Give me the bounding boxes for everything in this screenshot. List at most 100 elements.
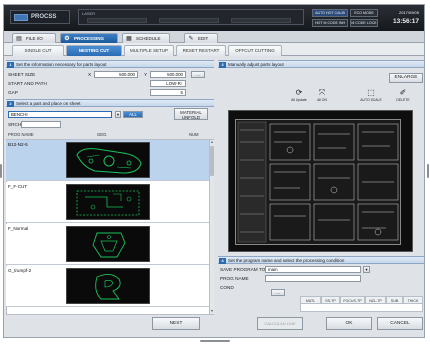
col-thick: THICK [403,296,423,304]
list-item[interactable]: B12-N2-5 [6,140,209,181]
laser-indicator-3 [231,18,291,23]
gap-field[interactable]: 5 [150,89,186,96]
ok-button[interactable]: OK [326,317,372,330]
part-geometry-preview [66,226,150,262]
bottom-edge-handle[interactable] [200,340,230,342]
eco-mode-status[interactable]: ECO MODE [350,9,378,17]
list-item[interactable]: F_Normal [6,224,209,265]
tab-label: SCHEDULE [136,36,161,41]
section-title: Manually adjust parts layout [228,62,284,67]
section-4-header: 4 Set the program name and select the pr… [218,256,424,264]
laser-indicator-2 [159,18,219,23]
part-geometry-preview [66,268,150,304]
material-unfold-button[interactable]: MATERIAL UNFOLD [174,108,208,120]
scroll-up-icon[interactable]: ▲ [210,140,214,145]
folder-icon: ▤ [16,36,22,42]
icon-caption: All ON [317,98,327,102]
all-button[interactable]: ALL [123,111,143,118]
search-input[interactable] [21,121,61,128]
part-name: B12-N2-5 [8,142,28,147]
all-update-button[interactable]: ⟳ All Update [288,88,310,106]
tab-label: EDIT [198,36,209,41]
laser-panel: LASER [78,9,304,25]
calculation-button[interactable]: CALCULAN LINE [257,317,303,330]
section-number: 1 [7,62,14,68]
sub-tab-bar: SINGLE CUT NESTING CUT MULTIPLE SETUP RE… [4,43,424,56]
prog-name-input[interactable] [265,275,361,282]
icon-caption: All Update [291,98,307,102]
laser-indicator-1 [87,18,147,23]
app-window: PROCSS LASER AUTO HOT CALIB ECO MODE HOT… [3,4,425,338]
dropdown-value: BENCHI [11,112,28,117]
col-prog-name: PROG NAME [8,132,34,137]
sheet-y-field[interactable]: 500.000 [150,71,186,78]
srch-label: SRCH [8,122,22,127]
save-program-label: SAVE PROGRAM TO [220,267,266,272]
tab-processing[interactable]: ⚙ PROCESSING [60,33,118,43]
hot-m-code-inh-status[interactable]: HOT M CODE INH [312,19,348,27]
cond-table-row[interactable] [300,304,423,312]
list-item[interactable]: F_F-CUT [6,182,209,223]
subtab-multiple-setup[interactable]: MULTIPLE SETUP [124,45,174,56]
col-focus-tp: FOCUS-TP [340,296,365,304]
subtab-nesting-cut[interactable]: NESTING CUT [66,45,122,56]
x-label: X [88,72,92,77]
nest-button[interactable]: NEST [152,317,200,330]
save-program-dropdown[interactable]: main [265,266,361,273]
left-edge-handle[interactable] [0,164,2,178]
section-title: Set the program name and select the proc… [228,258,345,263]
part-geometry-preview [66,184,150,220]
tab-schedule[interactable]: ▦ SCHEDULE [122,33,170,43]
process-indicator-icon [14,14,28,21]
scrollbar-thumb[interactable] [210,146,214,176]
parts-list-scrollbar[interactable]: ▲ ▼ [209,140,214,314]
tab-file-io[interactable]: ▤ FILE I/O [12,33,56,43]
section-number: 2 [7,101,14,107]
scroll-down-icon[interactable]: ▼ [210,309,214,314]
subtab-offcut-cutting[interactable]: OFFCUT CUTTING [228,45,282,56]
dropdown-arrow-icon[interactable]: ▾ [115,111,121,118]
start-path-label: START AND PATH [8,81,47,86]
sheet-size-more-button[interactable]: ... [191,71,205,78]
laser-label: LASER [82,11,96,16]
gap-label: GAP [8,90,18,95]
section-3-header: 3 Manually adjust parts layout [218,60,424,68]
refresh-icon: ⟳ [295,88,303,97]
calendar-icon: ▦ [126,36,132,42]
col-matl: MATL [300,296,321,304]
icon-caption: AUTO SCALE [360,98,382,102]
part-group-dropdown[interactable]: BENCHI [8,111,112,118]
subtab-reset-restart[interactable]: RESET RESTART [176,45,226,56]
col-geo: GEO. [97,132,108,137]
cancel-button[interactable]: CANCEL [377,317,423,330]
top-status-bar: PROCSS LASER AUTO HOT CALIB ECO MODE HOT… [4,5,424,31]
gear-icon: ⚙ [64,36,70,42]
auto-hot-calib-status[interactable]: AUTO HOT CALIB [312,9,348,17]
sheet-outline [235,119,401,245]
prog-name-label: PROG NAME [220,276,249,281]
all-on-button[interactable]: ⤧ All ON [311,88,333,106]
enlarge-button[interactable]: ENLARGE [389,73,423,83]
section-number: 4 [219,258,226,264]
cond-label: COND [220,285,234,290]
main-tab-bar: ▤ FILE I/O ⚙ PROCESSING ▦ SCHEDULE ✎ EDIT [4,31,424,43]
tab-label: FILE I/O [26,36,43,41]
start-path-field[interactable]: LOW-R↑ [150,80,186,87]
auto-scale-button[interactable]: ⬚ AUTO SCALE [360,88,382,106]
process-logo[interactable]: PROCSS [10,10,70,24]
date-display: 2017/09/05 [398,10,419,15]
section-2-header: 2 Select a part and place on sheet [6,99,214,107]
tab-edit[interactable]: ✎ EDIT [184,33,218,43]
sheet-x-field[interactable]: 500.000 [94,71,138,78]
chevron-down-icon[interactable]: ▾ [363,266,370,273]
delete-button[interactable]: ✐ DELETE [392,88,414,106]
layout-canvas[interactable] [228,110,413,252]
subtab-single-cut[interactable]: SINGLE CUT [12,45,64,56]
list-item[interactable]: G_trumpf-2 [6,266,209,307]
m-code-lock-status[interactable]: M CODE LOCK [350,19,378,27]
cond-more-button[interactable]: ... [271,289,285,296]
sheet-size-label: SHEET SIZE [8,72,36,77]
autoscale-icon: ⬚ [367,88,375,97]
col-sub: SUB [386,296,403,304]
right-edge-handle[interactable] [427,164,429,178]
